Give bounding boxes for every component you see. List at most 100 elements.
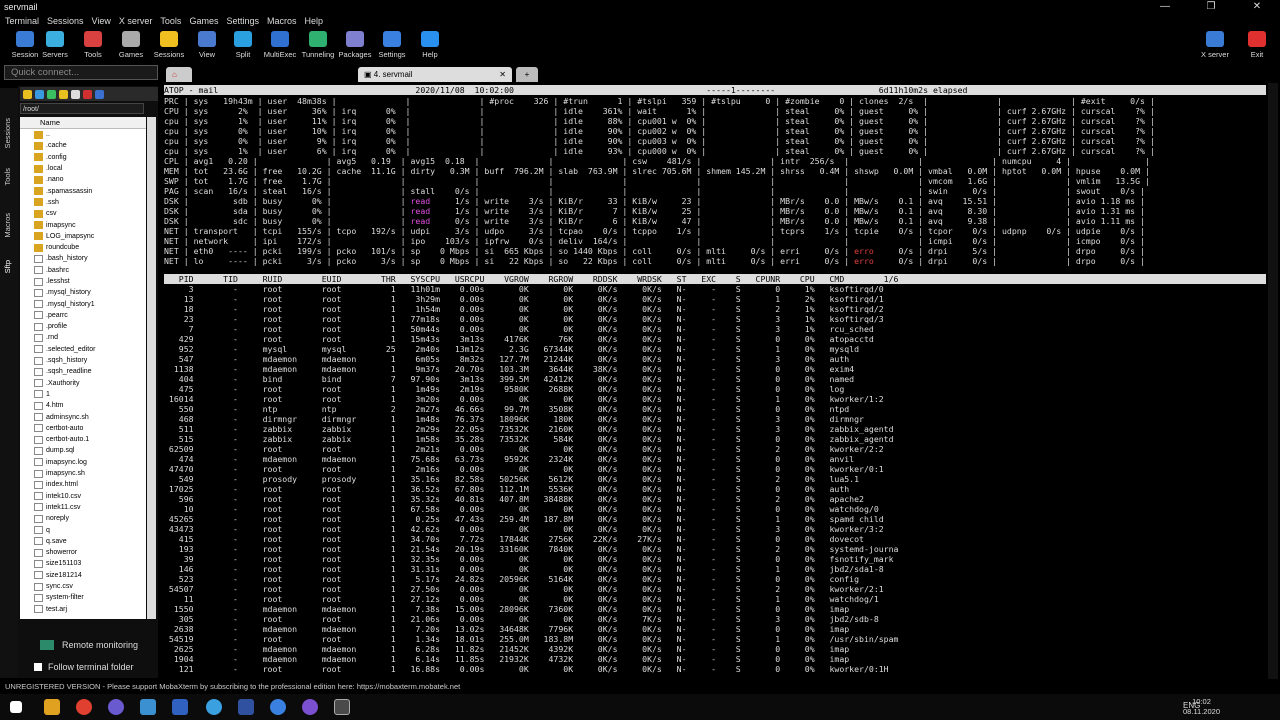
new-file-icon[interactable] (71, 89, 80, 99)
file-list-item[interactable]: imapsync.log (20, 457, 146, 468)
sftp-scrollbar[interactable] (147, 117, 156, 619)
quick-connect-input[interactable]: Quick connect... (4, 65, 158, 80)
windows-start-icon[interactable] (10, 701, 22, 713)
menu-item[interactable]: X server (119, 16, 153, 26)
remote-monitoring-button[interactable]: Remote monitoring (40, 638, 150, 652)
file-list-item[interactable]: .sqsh_history (20, 355, 146, 366)
terminal-scrollbar[interactable] (1268, 83, 1278, 679)
file-list-item[interactable]: .bash_history (20, 253, 146, 264)
app-icon[interactable] (172, 699, 188, 715)
upload-icon[interactable] (95, 89, 104, 99)
file-list-item[interactable]: .Xauthority (20, 378, 146, 389)
file-list-item[interactable]: 4.htm (20, 400, 146, 411)
file-list-item[interactable]: imapsync.sh (20, 468, 146, 479)
file-list-item[interactable]: LOG_imapsync (20, 231, 146, 242)
file-list-item[interactable]: .lesshst (20, 276, 146, 287)
toolbar-button-help[interactable]: Help (409, 28, 451, 62)
file-list-item[interactable]: index.html (20, 479, 146, 490)
file-list-item[interactable]: csv (20, 208, 146, 219)
file-list-item[interactable]: .spamassassin (20, 185, 146, 196)
menu-item[interactable]: Tools (160, 16, 181, 26)
file-list-item[interactable]: q.save (20, 536, 146, 547)
file-list-item[interactable]: dump.sql (20, 445, 146, 456)
toolbar-button-packages[interactable]: Packages (334, 28, 376, 62)
toolbar-button-tunneling[interactable]: Tunneling (297, 28, 339, 62)
menu-item[interactable]: Terminal (5, 16, 39, 26)
menu-item[interactable]: View (92, 16, 111, 26)
file-list-item[interactable]: size151103 (20, 558, 146, 569)
file-list-item[interactable]: system-filter (20, 592, 146, 603)
terminal[interactable]: ATOP - mail 2020/11/08 10:02:00 -----1--… (164, 83, 1266, 679)
file-list-item[interactable]: size181214 (20, 570, 146, 581)
toolbar-button-exit[interactable]: Exit (1236, 28, 1278, 62)
file-list-item[interactable]: .. (20, 129, 146, 140)
sftp-path-input[interactable]: /root/ (20, 103, 144, 114)
file-list-item[interactable]: sync.csv (20, 581, 146, 592)
app-icon[interactable] (270, 699, 286, 715)
file-list-item[interactable]: .profile (20, 321, 146, 332)
file-list-item[interactable]: test.arj (20, 603, 146, 614)
minimize-button[interactable]: — (1142, 0, 1188, 14)
menu-item[interactable]: Games (189, 16, 218, 26)
file-list-item[interactable]: showerror (20, 547, 146, 558)
file-list-item[interactable]: intek11.csv (20, 502, 146, 513)
file-list-item[interactable]: certbot-auto.1 (20, 434, 146, 445)
file-list-item[interactable]: noreply (20, 513, 146, 524)
side-tab-sessions[interactable]: Sessions (3, 118, 12, 148)
folder-up-icon[interactable] (23, 89, 32, 99)
file-list-item[interactable]: .cache (20, 140, 146, 151)
app-icon[interactable] (108, 699, 124, 715)
file-list-item[interactable]: .selected_editor (20, 344, 146, 355)
file-list-item[interactable]: .local (20, 163, 146, 174)
toolbar-button-x-server[interactable]: X server (1194, 28, 1236, 62)
file-list-item[interactable]: roundcube (20, 242, 146, 253)
new-folder-icon[interactable] (59, 89, 68, 99)
new-tab-button[interactable]: + (516, 67, 538, 82)
close-button[interactable]: ✕ (1234, 0, 1280, 14)
refresh-icon[interactable] (47, 89, 56, 99)
file-list-item[interactable]: adminsync.sh (20, 411, 146, 422)
file-list-item[interactable]: .ssh (20, 197, 146, 208)
file-list-item[interactable]: .mysql_history (20, 287, 146, 298)
toolbar-button-tools[interactable]: Tools (72, 28, 114, 62)
toolbar-button-sessions[interactable]: Sessions (148, 28, 190, 62)
file-list-item[interactable]: q (20, 524, 146, 535)
follow-terminal-folder-checkbox[interactable]: Follow terminal folder (34, 660, 154, 674)
home-tab[interactable]: ⌂ (166, 67, 192, 82)
file-list-item[interactable]: .rnd (20, 332, 146, 343)
app-icon[interactable] (140, 699, 156, 715)
telegram-icon[interactable] (206, 699, 222, 715)
toolbar-button-split[interactable]: Split (222, 28, 264, 62)
side-tab-macros[interactable]: Macros (3, 213, 12, 238)
toolbar-button-multiexec[interactable]: MultiExec (259, 28, 301, 62)
save-icon[interactable] (238, 699, 254, 715)
file-explorer-icon[interactable] (44, 699, 60, 715)
menu-item[interactable]: Macros (267, 16, 297, 26)
file-list-item[interactable]: 1 (20, 389, 146, 400)
file-list-item[interactable]: .sqsh_readline (20, 366, 146, 377)
delete-icon[interactable] (83, 89, 92, 99)
file-list-item[interactable]: certbot-auto (20, 423, 146, 434)
mobaxterm-icon[interactable] (334, 699, 350, 715)
chrome-icon[interactable] (76, 699, 92, 715)
menu-item[interactable]: Settings (226, 16, 259, 26)
toolbar-button-settings[interactable]: Settings (371, 28, 413, 62)
file-list-item[interactable]: imapsync (20, 219, 146, 230)
file-list-item[interactable]: .bashrc (20, 265, 146, 276)
toolbar-button-games[interactable]: Games (110, 28, 152, 62)
clock[interactable]: 10:02 08.11.2020 (1183, 697, 1220, 717)
menu-item[interactable]: Sessions (47, 16, 84, 26)
sftp-file-list[interactable]: Name .. .cache .config .local .nano .spamassa… (20, 117, 146, 619)
maximize-button[interactable]: ❐ (1188, 0, 1234, 14)
tab-close-icon[interactable]: ✕ (499, 67, 506, 82)
file-list-item[interactable]: .mysql_history1 (20, 298, 146, 309)
column-header-name[interactable]: Name (20, 117, 146, 129)
file-list-item[interactable]: .config (20, 152, 146, 163)
file-list-item[interactable]: intek10.csv (20, 491, 146, 502)
download-icon[interactable] (35, 89, 44, 99)
viber-icon[interactable] (302, 699, 318, 715)
file-list-item[interactable]: .pearrc (20, 310, 146, 321)
side-tab-tools[interactable]: Tools (3, 168, 12, 186)
tab-servmail[interactable]: ▣ 4. servmail ✕ (358, 67, 512, 82)
file-list-item[interactable]: .nano (20, 174, 146, 185)
